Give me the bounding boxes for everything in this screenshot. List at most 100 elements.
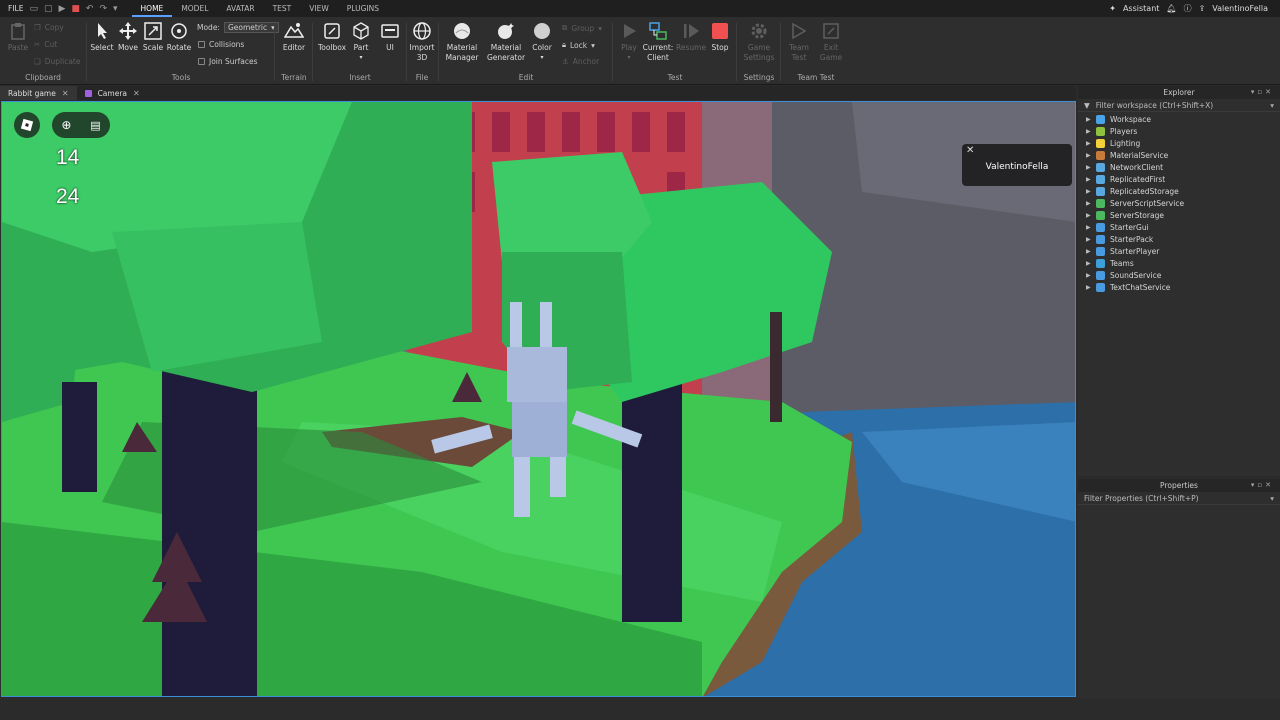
username[interactable]: ValentinoFella — [1212, 4, 1268, 13]
explorer-item[interactable]: ▶ TextChatService — [1078, 281, 1280, 293]
close-icon[interactable]: ✕ — [966, 145, 974, 156]
explorer-item[interactable]: ▶ MaterialService — [1078, 149, 1280, 161]
explorer-item[interactable]: ▶ Workspace — [1078, 113, 1280, 125]
material-manager-button[interactable]: Material Manager — [444, 21, 480, 63]
rotate-button[interactable]: Rotate — [166, 21, 192, 53]
expand-arrow-icon[interactable]: ▶ — [1086, 248, 1091, 255]
explorer-item[interactable]: ▶ SoundService — [1078, 269, 1280, 281]
team-test-button[interactable]: Team Test — [784, 21, 814, 63]
expand-arrow-icon[interactable]: ▶ — [1086, 260, 1091, 267]
tab-avatar[interactable]: AVATAR — [217, 0, 263, 17]
move-button[interactable]: Move — [116, 21, 140, 53]
close-icon[interactable]: ✕ — [133, 89, 140, 98]
explorer-item[interactable]: ▶ StarterPlayer — [1078, 245, 1280, 257]
panel-controls[interactable]: ▾▫✕ — [1251, 86, 1274, 99]
assistant-button[interactable]: Assistant — [1123, 4, 1159, 13]
game-settings-button[interactable]: Game Settings — [742, 21, 776, 63]
scale-button[interactable]: Scale — [141, 21, 165, 53]
join-surfaces-checkbox[interactable] — [198, 58, 205, 65]
chevron-down-icon[interactable]: ▾ — [113, 4, 118, 14]
chevron-down-icon[interactable]: ▾ — [1270, 494, 1274, 503]
explorer-item[interactable]: ▶ NetworkClient — [1078, 161, 1280, 173]
expand-arrow-icon[interactable]: ▶ — [1086, 212, 1091, 219]
tab-plugins[interactable]: PLUGINS — [338, 0, 388, 17]
redo-icon[interactable]: ↷ — [99, 4, 107, 14]
help-icon[interactable]: ⓘ — [1184, 3, 1192, 14]
resume-button[interactable]: Resume — [676, 21, 706, 53]
share-icon[interactable]: ⇪ — [1199, 4, 1206, 13]
tab-model[interactable]: MODEL — [172, 0, 217, 17]
current-client-button[interactable]: Current: Client — [642, 21, 674, 63]
notifications-icon[interactable]: 🔔︎ — [1166, 4, 1176, 13]
play-icon[interactable]: ▶ — [58, 4, 65, 14]
mode-select[interactable]: Geometric▾ — [223, 22, 279, 33]
lock-button[interactable]: 🔒︎ Lock ▾ — [562, 40, 595, 50]
expand-arrow-icon[interactable]: ▶ — [1086, 116, 1091, 123]
toolbox-button[interactable]: Toolbox — [316, 21, 348, 53]
roblox-menu-button[interactable] — [14, 112, 40, 138]
join-surfaces-toggle[interactable]: Join Surfaces — [198, 57, 258, 66]
play-button[interactable]: Play ▾ — [616, 21, 642, 63]
undo-icon[interactable]: ↶ — [86, 4, 94, 14]
expand-arrow-icon[interactable]: ▶ — [1086, 284, 1091, 291]
explorer-item[interactable]: ▶ ReplicatedStorage — [1078, 185, 1280, 197]
close-icon[interactable]: ✕ — [62, 89, 69, 98]
panel-controls[interactable]: ▾▫✕ — [1251, 479, 1274, 492]
chevron-down-icon[interactable]: ▾ — [1270, 101, 1274, 110]
tab-view[interactable]: VIEW — [300, 0, 338, 17]
expand-arrow-icon[interactable]: ▶ — [1086, 176, 1091, 183]
game-viewport[interactable]: ⊕ ▤ 14 24 ✕ ValentinoFella — [1, 101, 1076, 697]
duplicate-button[interactable]: ❏ Duplicate — [34, 57, 80, 66]
collisions-toggle[interactable]: Collisions — [198, 40, 244, 49]
exit-game-button[interactable]: Exit Game — [816, 21, 846, 63]
part-button[interactable]: Part ▾ — [350, 21, 372, 63]
group-button[interactable]: ⧉ Group ▾ — [562, 23, 602, 33]
explorer-item[interactable]: ▶ Lighting — [1078, 137, 1280, 149]
tab-camera[interactable]: Camera ✕ — [77, 86, 148, 100]
file-menu[interactable]: FILE — [8, 4, 23, 13]
tab-home[interactable]: HOME — [131, 0, 173, 17]
properties-filter-input[interactable]: Filter Properties (Ctrl+Shift+P) ▾ — [1078, 492, 1280, 505]
explorer-item[interactable]: ▶ StarterGui — [1078, 221, 1280, 233]
tab-test[interactable]: TEST — [264, 0, 301, 17]
explorer-filter-input[interactable]: ▼ Filter workspace (Ctrl+Shift+X) ▾ — [1078, 99, 1280, 112]
expand-arrow-icon[interactable]: ▶ — [1086, 152, 1091, 159]
expand-arrow-icon[interactable]: ▶ — [1086, 188, 1091, 195]
explorer-item[interactable]: ▶ Teams — [1078, 257, 1280, 269]
tools-label: Tools — [171, 73, 191, 82]
selfview-icon[interactable]: ⊕ — [61, 118, 71, 132]
collisions-checkbox[interactable] — [198, 41, 205, 48]
paste-button[interactable]: Paste — [6, 21, 30, 53]
explorer-item-label: ReplicatedFirst — [1110, 174, 1166, 184]
expand-arrow-icon[interactable]: ▶ — [1086, 200, 1091, 207]
tab-rabbit-game[interactable]: Rabbit game ✕ — [0, 86, 77, 100]
stop-button[interactable]: Stop — [708, 21, 732, 53]
explorer-item[interactable]: ▶ ServerScriptService — [1078, 197, 1280, 209]
cut-button[interactable]: ✂ Cut — [34, 40, 57, 49]
copy-button[interactable]: ❐ Copy — [34, 23, 64, 32]
select-button[interactable]: Select — [90, 21, 114, 53]
material-generator-button[interactable]: Material Generator — [486, 21, 526, 63]
color-button[interactable]: Color ▾ — [530, 21, 554, 63]
explorer-item[interactable]: ▶ Players — [1078, 125, 1280, 137]
expand-arrow-icon[interactable]: ▶ — [1086, 272, 1091, 279]
expand-arrow-icon[interactable]: ▶ — [1086, 236, 1091, 243]
expand-arrow-icon[interactable]: ▶ — [1086, 164, 1091, 171]
ui-button[interactable]: UI — [378, 21, 402, 53]
explorer-item-label: SoundService — [1110, 270, 1162, 280]
terrain-editor-button[interactable]: Editor — [280, 21, 308, 53]
anchor-button[interactable]: ⚓︎ Anchor — [562, 57, 599, 66]
explorer-item[interactable]: ▶ StarterPack — [1078, 233, 1280, 245]
expand-arrow-icon[interactable]: ▶ — [1086, 224, 1091, 231]
stop-icon[interactable]: ■ — [71, 4, 80, 14]
explorer-item[interactable]: ▶ ServerStorage — [1078, 209, 1280, 221]
expand-arrow-icon[interactable]: ▶ — [1086, 140, 1091, 147]
chat-icon[interactable]: ▤ — [90, 119, 100, 132]
publish-icon[interactable]: ▢ — [44, 4, 53, 14]
save-icon[interactable]: ▭ — [29, 4, 38, 14]
divider — [86, 23, 87, 81]
explorer-item[interactable]: ▶ ReplicatedFirst — [1078, 173, 1280, 185]
expand-arrow-icon[interactable]: ▶ — [1086, 128, 1091, 135]
clipboard-label: Clipboard — [25, 73, 61, 82]
import-3d-button[interactable]: Import 3D — [408, 21, 436, 63]
